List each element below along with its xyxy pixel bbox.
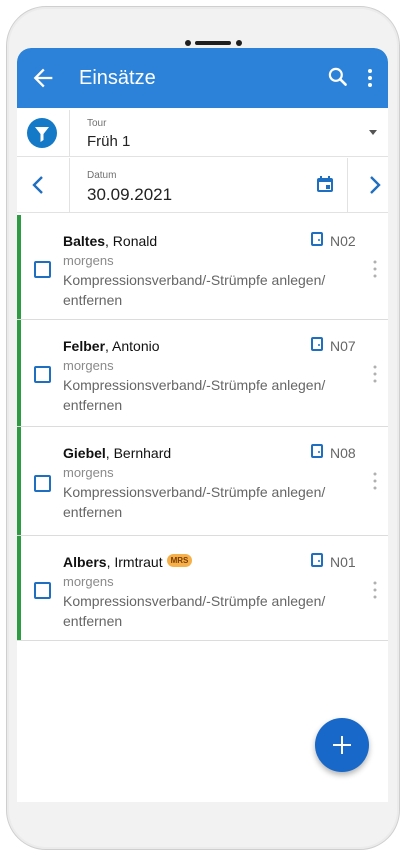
checkbox-icon[interactable] bbox=[34, 582, 51, 599]
divider bbox=[69, 110, 70, 156]
visit-card[interactable]: Felber, Antonio N07 morgens Kompressions… bbox=[17, 320, 388, 427]
tour-select[interactable]: Früh 1 bbox=[87, 133, 130, 150]
sensor-dot bbox=[236, 40, 242, 46]
status-bar bbox=[17, 536, 21, 640]
visit-task: Kompressionsverband/-Strümpfe anlegen/ e… bbox=[63, 377, 326, 413]
patient-first-name: , Antonio bbox=[105, 338, 160, 354]
more-vert-icon[interactable] bbox=[373, 580, 377, 600]
speaker-grille bbox=[195, 41, 231, 45]
patient-first-name: , Irmtraut bbox=[106, 554, 163, 570]
room-code: N01 bbox=[330, 554, 356, 570]
search-icon[interactable] bbox=[325, 64, 351, 90]
visit-card[interactable]: Albers, Irmtraut MRS N01 morgens Kompress… bbox=[17, 536, 388, 641]
patient-last-name: Giebel bbox=[63, 445, 106, 461]
patient-last-name: Baltes bbox=[63, 233, 106, 249]
more-vert-icon[interactable] bbox=[373, 471, 377, 491]
room-code: N07 bbox=[330, 338, 356, 354]
date-value[interactable]: 30.09.2021 bbox=[87, 185, 172, 205]
patient-name: Baltes, Ronald bbox=[63, 233, 157, 249]
mrs-badge: MRS bbox=[166, 554, 193, 567]
plus-icon-stem bbox=[341, 736, 343, 754]
room-icon bbox=[311, 553, 323, 567]
tour-filter-row[interactable]: Tour Früh 1 bbox=[17, 110, 388, 157]
tour-label: Tour bbox=[87, 118, 107, 129]
date-row: Datum 30.09.2021 bbox=[17, 158, 388, 213]
visit-time: morgens bbox=[63, 465, 114, 480]
visit-time: morgens bbox=[63, 253, 114, 268]
visit-task: Kompressionsverband/-Strümpfe anlegen/ e… bbox=[63, 272, 326, 308]
back-arrow-icon[interactable] bbox=[29, 64, 57, 92]
patient-first-name: , Bernhard bbox=[105, 445, 172, 461]
room-icon bbox=[311, 444, 323, 458]
add-button[interactable] bbox=[315, 718, 369, 772]
divider bbox=[69, 158, 70, 212]
date-label: Datum bbox=[87, 170, 117, 181]
visit-task: Kompressionsverband/-Strümpfe anlegen/ e… bbox=[63, 484, 326, 520]
visit-card[interactable]: Giebel, Bernhard N08 morgens Kompression… bbox=[17, 427, 388, 536]
checkbox-icon[interactable] bbox=[34, 366, 51, 383]
more-vert-icon[interactable] bbox=[373, 364, 377, 384]
visit-time: morgens bbox=[63, 574, 114, 589]
status-bar bbox=[17, 215, 21, 319]
room-icon bbox=[311, 337, 323, 351]
visit-task: Kompressionsverband/-Strümpfe anlegen/ e… bbox=[63, 593, 326, 629]
room-code: N08 bbox=[330, 445, 356, 461]
status-bar bbox=[17, 320, 21, 426]
patient-last-name: Albers bbox=[63, 554, 107, 570]
more-vert-icon[interactable] bbox=[373, 259, 377, 279]
filter-icon[interactable] bbox=[27, 118, 57, 148]
camera-dot bbox=[185, 40, 191, 46]
status-bar bbox=[17, 427, 21, 535]
checkbox-icon[interactable] bbox=[34, 261, 51, 278]
calendar-icon[interactable] bbox=[315, 174, 335, 194]
chevron-right-icon[interactable] bbox=[364, 174, 384, 196]
patient-name: Albers, Irmtraut MRS bbox=[63, 554, 193, 570]
visit-time: morgens bbox=[63, 358, 114, 373]
page-title: Einsätze bbox=[79, 67, 156, 89]
more-vert-icon[interactable] bbox=[365, 66, 375, 90]
room-icon bbox=[311, 232, 323, 246]
checkbox-icon[interactable] bbox=[34, 475, 51, 492]
dropdown-arrow-icon[interactable] bbox=[369, 130, 377, 135]
patient-name: Felber, Antonio bbox=[63, 338, 160, 354]
patient-first-name: , Ronald bbox=[105, 233, 158, 249]
room-code: N02 bbox=[330, 233, 356, 249]
chevron-left-icon[interactable] bbox=[29, 174, 49, 196]
visit-card[interactable]: Baltes, Ronald N02 morgens Kompressionsv… bbox=[17, 215, 388, 320]
app-bar: Einsätze bbox=[17, 48, 388, 108]
patient-name: Giebel, Bernhard bbox=[63, 445, 171, 461]
app-screen: Einsätze Tour Früh 1 Datum 30.09.2021 Ba… bbox=[17, 48, 388, 802]
divider bbox=[347, 158, 348, 212]
patient-last-name: Felber bbox=[63, 338, 106, 354]
